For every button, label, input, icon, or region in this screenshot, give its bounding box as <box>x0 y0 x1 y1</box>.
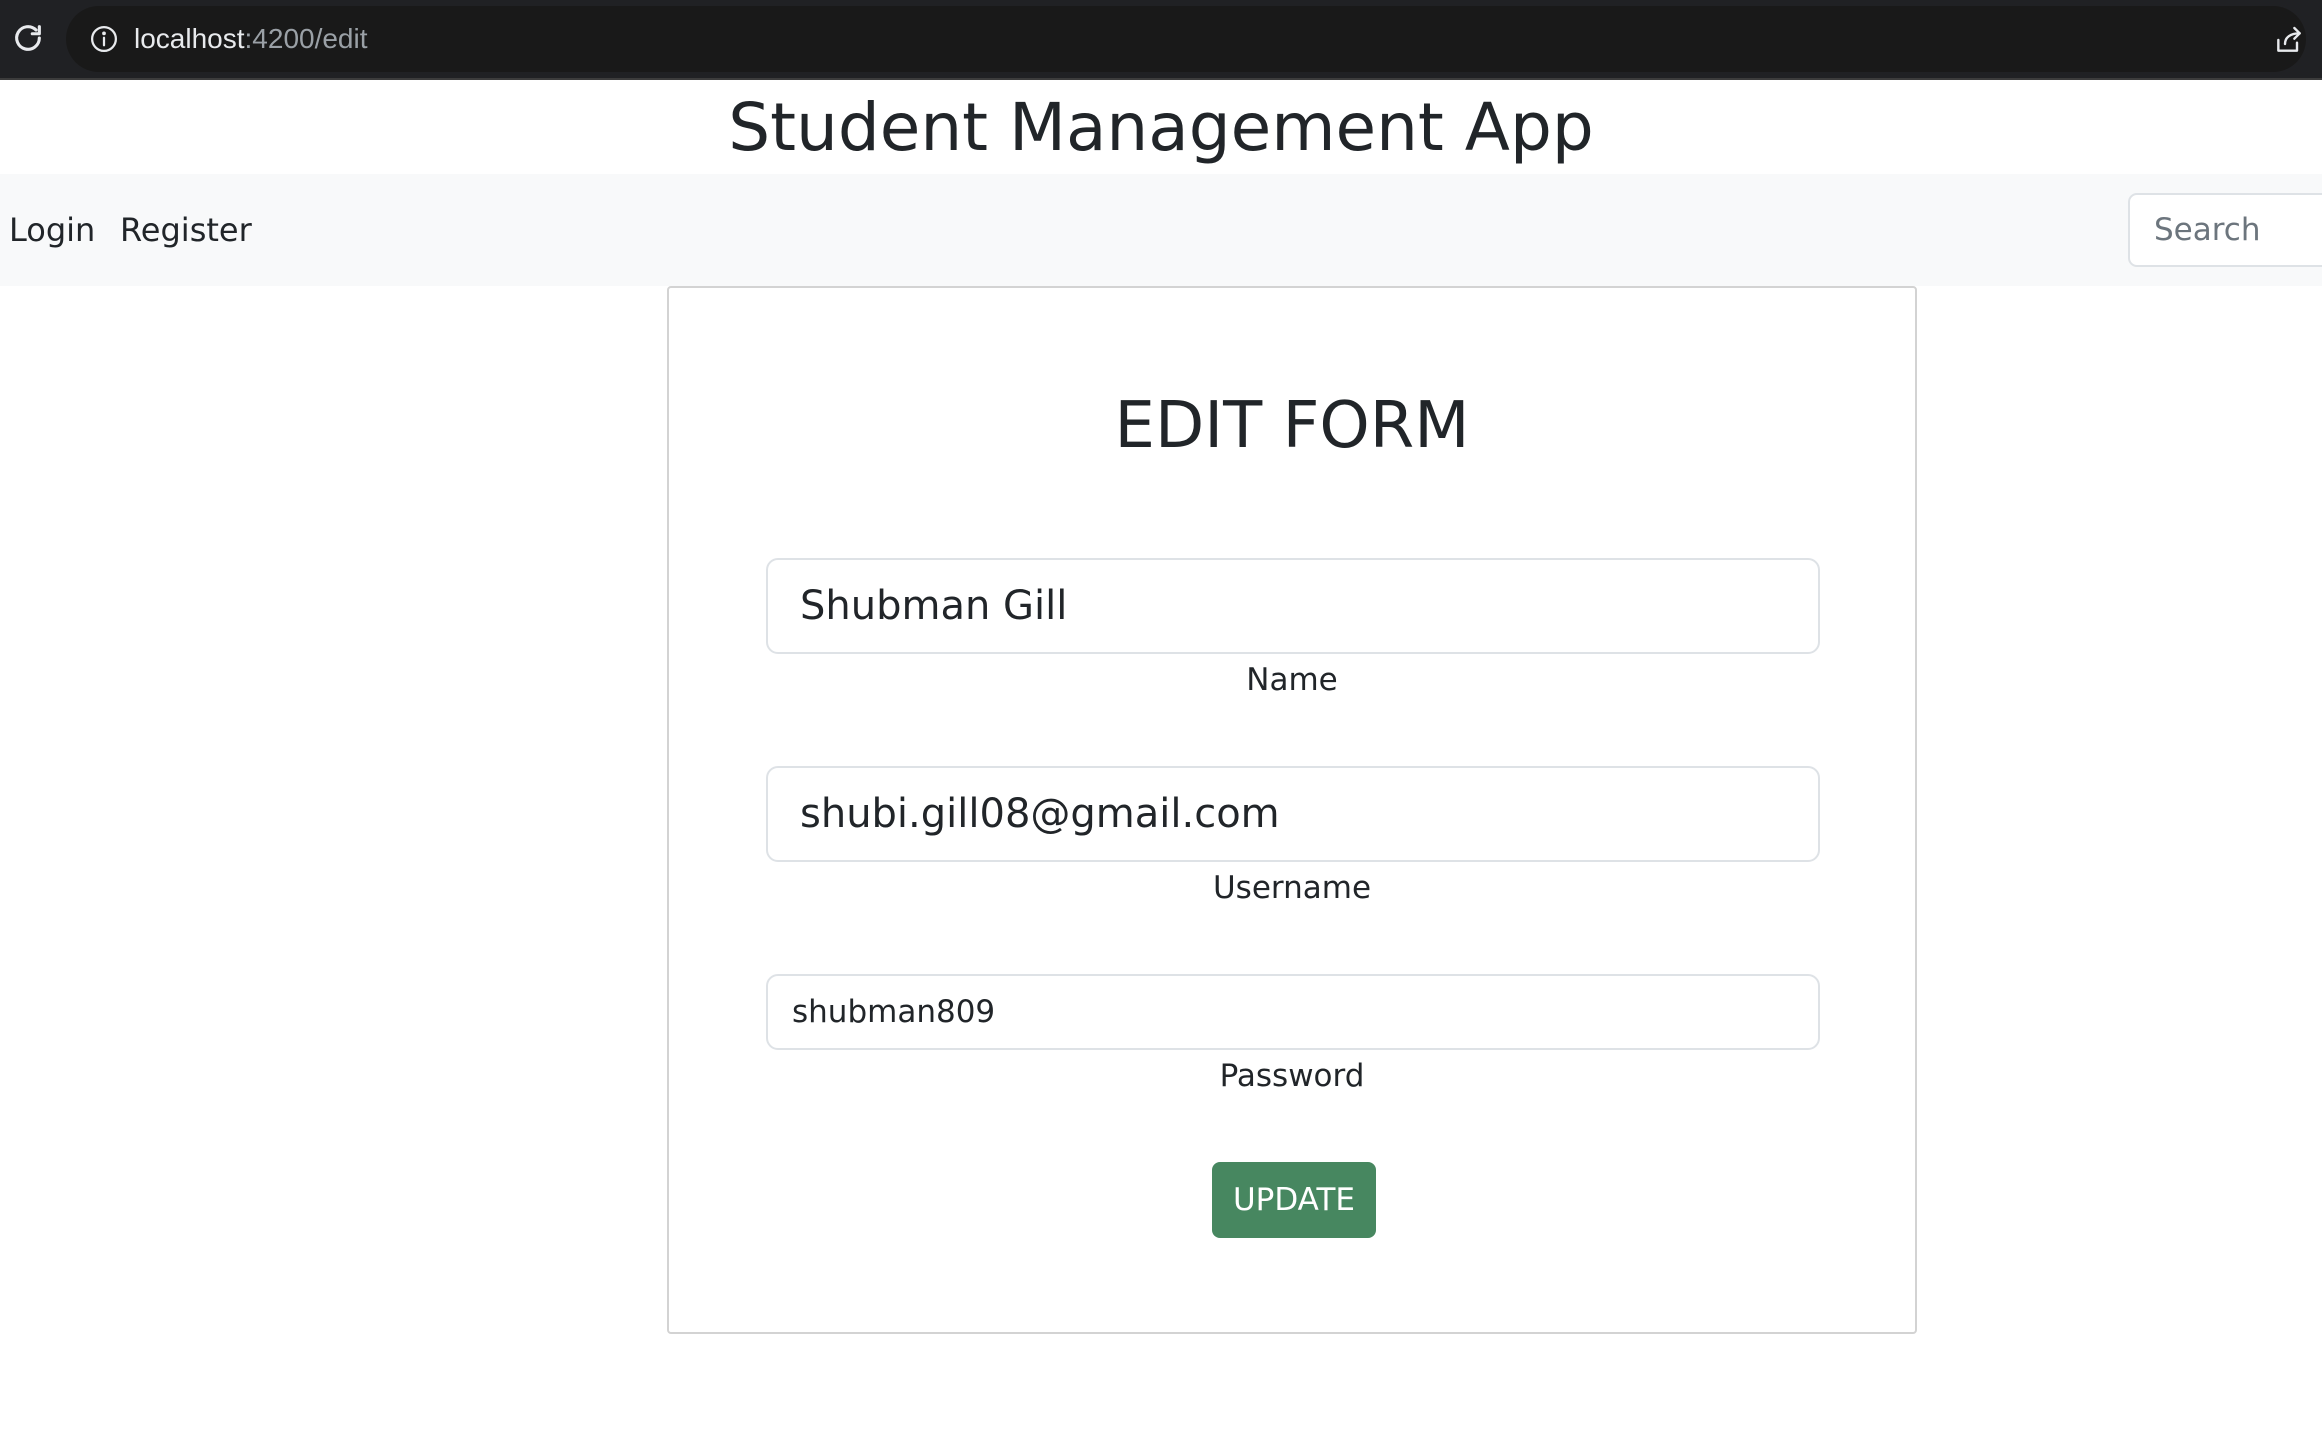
name-input[interactable] <box>766 558 1820 654</box>
address-bar[interactable]: localhost:4200/edit <box>66 6 2306 72</box>
share-icon[interactable] <box>2272 23 2306 57</box>
search-input[interactable] <box>2128 193 2322 267</box>
url-path: :4200/edit <box>244 23 368 54</box>
info-icon[interactable] <box>88 23 120 55</box>
update-button[interactable]: UPDATE <box>1212 1162 1376 1238</box>
edit-form-card: EDIT FORM Name Username Password UPDATE <box>667 286 1917 1334</box>
nav-register-link[interactable]: Register <box>120 174 252 286</box>
browser-toolbar: localhost:4200/edit <box>0 0 2322 80</box>
navbar: Login Register <box>0 174 2322 286</box>
username-label: Username <box>1212 870 1372 906</box>
app-title: Student Management App <box>728 89 1594 166</box>
username-input[interactable] <box>766 766 1820 862</box>
url-host: localhost <box>134 23 245 54</box>
nav-login-link[interactable]: Login <box>9 174 95 286</box>
name-label: Name <box>1246 662 1338 698</box>
url-text[interactable]: localhost:4200/edit <box>134 6 368 72</box>
password-input[interactable] <box>766 974 1820 1050</box>
reload-icon[interactable] <box>8 18 48 58</box>
password-label: Password <box>1219 1058 1365 1094</box>
form-title: EDIT FORM <box>1114 389 1470 463</box>
